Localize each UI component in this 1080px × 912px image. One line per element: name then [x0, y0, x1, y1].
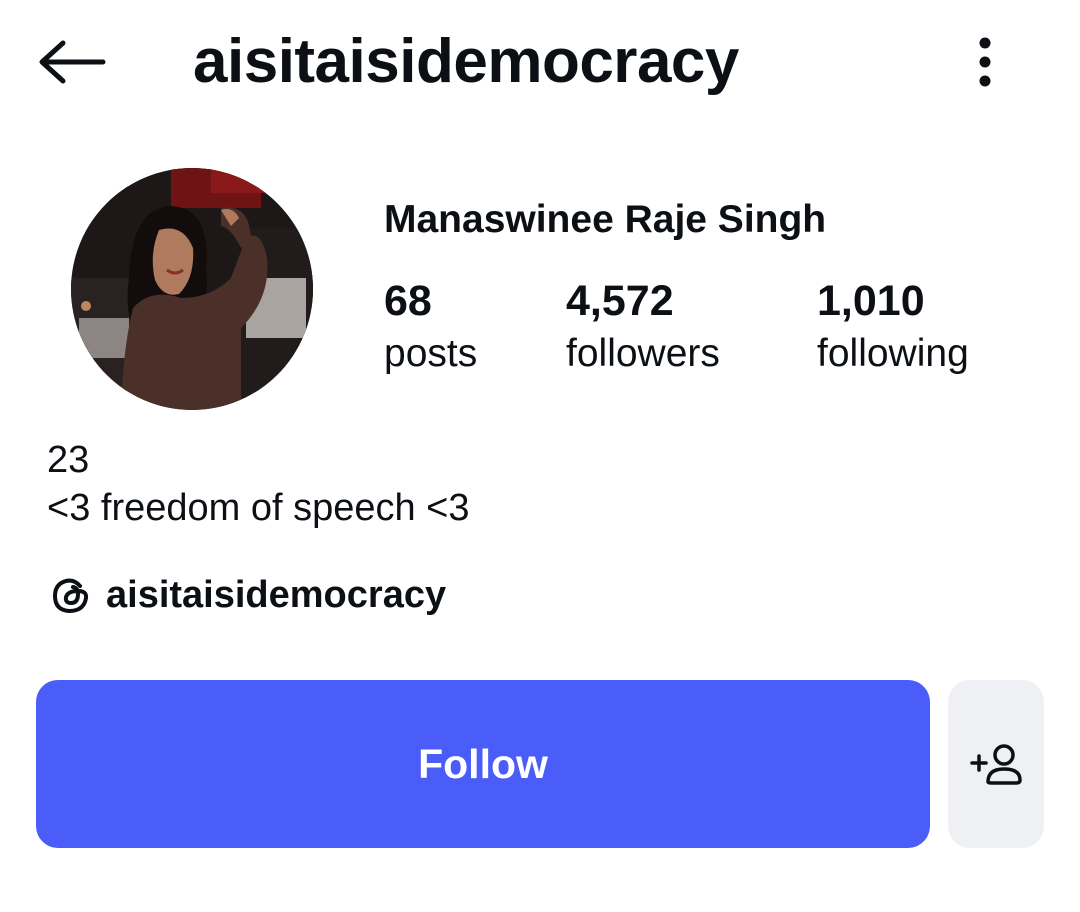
avatar[interactable]	[71, 168, 313, 410]
followers-label: followers	[566, 332, 720, 375]
stat-followers[interactable]: 4,572 followers	[566, 274, 720, 380]
bio-line: <3 freedom of speech <3	[47, 487, 470, 529]
bio-line: 23	[47, 439, 90, 481]
follow-button-label: Follow	[418, 740, 548, 787]
bio: 23 <3 freedom of speech <3	[47, 436, 470, 532]
profile-photo	[71, 168, 313, 410]
follow-button[interactable]: Follow	[36, 680, 930, 848]
profile-username-title: aisitaisidemocracy	[193, 27, 739, 96]
arrow-left-icon	[39, 40, 106, 84]
vertical-ellipsis-icon	[979, 37, 991, 87]
display-name: Manaswinee Raje Singh	[384, 198, 827, 241]
suggested-accounts-button[interactable]	[948, 680, 1044, 848]
threads-icon	[48, 572, 94, 618]
following-count: 1,010	[817, 277, 925, 325]
back-button[interactable]	[36, 32, 108, 92]
posts-count: 68	[384, 277, 432, 325]
add-person-icon	[970, 744, 1022, 785]
profile-page: aisitaisidemocracy Manaswinee Raje Singh…	[0, 0, 1080, 912]
more-options-button[interactable]	[960, 30, 1010, 94]
threads-profile-link[interactable]: aisitaisidemocracy	[48, 570, 446, 620]
threads-handle: aisitaisidemocracy	[106, 573, 447, 616]
stat-following[interactable]: 1,010 following	[817, 274, 969, 380]
followers-count: 4,572	[566, 277, 674, 325]
posts-label: posts	[384, 332, 478, 375]
following-label: following	[817, 332, 969, 375]
stat-posts[interactable]: 68 posts	[384, 274, 477, 380]
